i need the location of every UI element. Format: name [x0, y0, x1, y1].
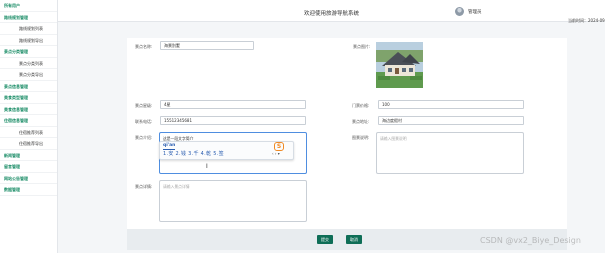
ime-candidates[interactable]: 1.安 2.钱 3.千 4.乾 5.签	[163, 150, 224, 157]
app-root: 所有用户 路线规划管理 路线规划列表 路线规划导出 景点分类管理 景点分类列表 …	[0, 0, 605, 253]
cancel-button[interactable]: 取消	[346, 235, 362, 244]
detail-textarea[interactable]: 请输入景点详情	[159, 180, 307, 222]
price-label: 门票价格:	[352, 103, 370, 108]
submit-button[interactable]: 提交	[317, 235, 333, 244]
sidebar-item-category-list[interactable]: 景点分类列表	[0, 58, 57, 69]
sidebar-item-spot-info[interactable]: 景点信息管理	[0, 81, 57, 92]
user-name[interactable]: 管理员	[468, 9, 482, 15]
sidebar-item-lodging-export[interactable]: 住宿推荐导出	[0, 138, 57, 150]
spot-image[interactable]	[376, 42, 423, 88]
sidebar-item-spot-category[interactable]: 景点分类管理	[0, 46, 57, 58]
sidebar-item-route-list[interactable]: 路线规划列表	[0, 23, 57, 35]
sidebar-item-lodging-info[interactable]: 住宿信息管理	[0, 115, 57, 127]
sidebar-item-users[interactable]: 所有用户	[0, 0, 57, 12]
image-label: 景点图片:	[353, 44, 371, 49]
phone-label: 联系电话:	[135, 119, 153, 124]
name-label: 景点名称:	[135, 44, 153, 49]
text-cursor-icon: I	[206, 163, 208, 170]
sidebar-item-food-type[interactable]: 美食类型管理	[0, 92, 57, 104]
sidebar-item-announcements[interactable]: 网站公告管理	[0, 173, 57, 184]
ime-pinyin: qi'an	[163, 143, 176, 148]
sidebar-item-messages[interactable]: 留言管理	[0, 161, 57, 173]
sidebar-item-route-plan[interactable]: 路线规划管理	[0, 12, 57, 23]
detail-label: 景点详情:	[135, 184, 153, 189]
sidebar: 所有用户 路线规划管理 路线规划列表 路线规划导出 景点分类管理 景点分类列表 …	[0, 0, 58, 253]
sidebar-item-news[interactable]: 新闻管理	[0, 150, 57, 161]
avatar[interactable]	[455, 7, 464, 16]
house-photo-icon	[376, 42, 423, 88]
intro-label: 景点介绍:	[135, 135, 153, 140]
address-input[interactable]: 海边度假村	[378, 116, 524, 125]
price-input[interactable]: 100	[378, 100, 524, 109]
address-label: 景点地址:	[352, 119, 370, 124]
ime-logo-icon: S	[274, 142, 284, 151]
ime-page-nav[interactable]: ‹ › ▾	[272, 151, 280, 156]
phone-input[interactable]: 15512345681	[160, 116, 306, 125]
sidebar-item-food-info[interactable]: 美食信息管理	[0, 104, 57, 115]
top-header: 欢迎使用旅游导航系统 管理员 当前时间：2024-09	[58, 0, 605, 23]
page-title: 欢迎使用旅游导航系统	[303, 11, 359, 17]
watermark: CSDN @vx2_Biye_Design	[480, 236, 581, 245]
sidebar-item-lodging-list[interactable]: 住宿推荐列表	[0, 127, 57, 138]
rating-label: 景点星级:	[135, 103, 153, 108]
sidebar-item-category-export[interactable]: 景点分类导出	[0, 69, 57, 81]
ime-candidate-popup: qi'an 1.安 2.钱 3.千 4.乾 5.签 ‹ › ▾ S	[159, 141, 294, 160]
rating-input[interactable]: 4星	[160, 100, 306, 109]
notes-label: 图景说明:	[352, 135, 370, 140]
sidebar-item-data[interactable]: 数据管理	[0, 184, 57, 196]
notes-textarea[interactable]: 请输入图景说明	[376, 132, 524, 174]
current-time: 当前时间：2024-09	[568, 18, 605, 23]
sidebar-item-route-export[interactable]: 路线规划导出	[0, 35, 57, 46]
name-input[interactable]: 海景别墅	[160, 41, 254, 50]
